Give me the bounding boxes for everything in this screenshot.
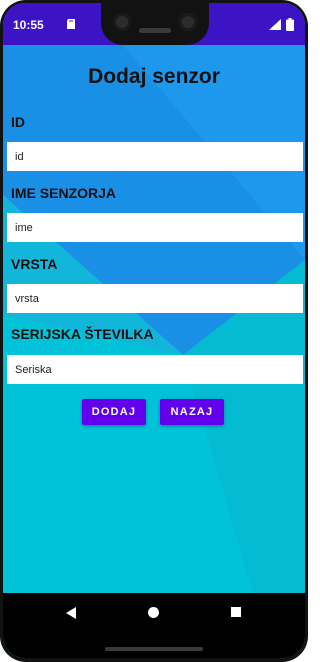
id-input[interactable]	[7, 142, 295, 171]
signal-icon	[269, 19, 281, 30]
type-label: VRSTA	[11, 256, 58, 272]
back-button[interactable]: NAZAJ	[160, 399, 224, 425]
id-label: ID	[11, 114, 25, 130]
serial-number-field[interactable]	[7, 355, 303, 384]
battery-icon	[286, 18, 294, 31]
screen: 10:55 Dodaj senzor ID id IME SENZORJA im…	[3, 3, 305, 658]
camera-notch	[101, 3, 209, 45]
sensor-name-label: IME SENZORJA	[11, 185, 117, 201]
sd-card-icon	[67, 19, 75, 29]
type-input[interactable]	[7, 284, 295, 313]
add-button[interactable]: DODAJ	[82, 399, 146, 425]
page-title: Dodaj senzor	[88, 65, 220, 88]
serial-number-input[interactable]	[7, 355, 295, 384]
recents-icon[interactable]	[231, 607, 241, 617]
camera-left	[113, 13, 131, 31]
phone-frame: 10:55 Dodaj senzor ID id IME SENZORJA im…	[0, 0, 308, 662]
speaker-grille	[139, 28, 171, 33]
status-bar: 10:55	[3, 3, 305, 45]
serial-number-label: SERIJSKA ŠTEVILKA	[11, 326, 154, 342]
id-field[interactable]	[7, 142, 303, 171]
status-time: 10:55	[13, 18, 44, 32]
add-sensor-form: Dodaj senzor ID IME SENZORJA VRSTA SERIJ…	[3, 45, 305, 593]
back-icon[interactable]	[64, 606, 78, 620]
sensor-name-field[interactable]	[7, 213, 303, 242]
home-icon[interactable]	[148, 607, 159, 618]
camera-right	[179, 13, 197, 31]
navigation-bar	[3, 593, 305, 658]
gesture-pill	[105, 647, 203, 651]
sensor-name-input[interactable]	[7, 213, 295, 242]
type-field[interactable]	[7, 284, 303, 313]
